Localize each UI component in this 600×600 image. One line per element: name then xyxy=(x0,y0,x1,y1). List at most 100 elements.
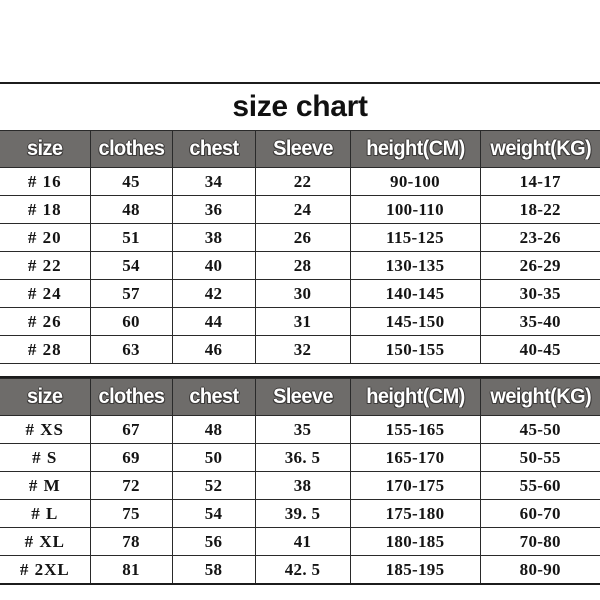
cell-size: # M xyxy=(0,471,91,500)
cell-sleeve-value: 35 xyxy=(293,420,312,439)
cell-height-value: 100-110 xyxy=(386,200,444,219)
cell-weight: 30-35 xyxy=(480,279,600,308)
column-header-height-label: height(CM) xyxy=(365,385,465,408)
cell-height: 185-195 xyxy=(350,555,481,585)
cell-sleeve-value: 30 xyxy=(293,284,312,303)
cell-sleeve-value: 26 xyxy=(293,228,312,247)
column-header-sleeve-label: Sleeve xyxy=(272,137,333,160)
cell-weight-value: 14-17 xyxy=(519,172,561,191)
cell-chest-value: 36 xyxy=(204,200,223,219)
cell-sleeve-value: 41 xyxy=(293,532,312,551)
cell-size-value: # XS xyxy=(25,420,64,439)
cell-size: # 22 xyxy=(0,251,91,280)
cell-chest-value: 48 xyxy=(204,420,223,439)
cell-weight: 50-55 xyxy=(480,443,600,472)
cell-chest: 40 xyxy=(172,251,256,280)
cell-chest-value: 42 xyxy=(204,284,223,303)
column-header-clothes: clothes xyxy=(90,378,173,416)
cell-sleeve: 36. 5 xyxy=(255,443,351,472)
table-row: # 16 45 34 22 90-100 14-17 xyxy=(0,167,600,196)
cell-clothes-value: 67 xyxy=(122,420,140,439)
cell-clothes-value: 48 xyxy=(122,200,140,219)
cell-clothes-value: 69 xyxy=(122,448,140,467)
cell-height-value: 115-125 xyxy=(386,228,444,247)
cell-weight: 18-22 xyxy=(480,195,600,224)
cell-clothes: 67 xyxy=(90,415,173,444)
column-header-sleeve-label: Sleeve xyxy=(272,385,333,408)
cell-weight-value: 35-40 xyxy=(519,312,561,331)
cell-clothes-value: 45 xyxy=(122,172,140,191)
cell-weight: 35-40 xyxy=(480,307,600,336)
cell-sleeve: 22 xyxy=(255,167,351,196)
column-header-sleeve: Sleeve xyxy=(255,130,351,168)
cell-height-value: 155-165 xyxy=(385,420,445,439)
table-row: # 28 63 46 32 150-155 40-45 xyxy=(0,335,600,364)
column-header-clothes-label: clothes xyxy=(98,137,164,160)
cell-clothes: 72 xyxy=(90,471,173,500)
cell-size: # XL xyxy=(0,527,91,556)
cell-chest-value: 46 xyxy=(204,340,223,359)
cell-clothes-value: 78 xyxy=(122,532,140,551)
cell-weight-value: 40-45 xyxy=(519,340,561,359)
cell-chest-value: 34 xyxy=(204,172,223,191)
cell-height: 100-110 xyxy=(350,195,481,224)
cell-clothes: 45 xyxy=(90,167,173,196)
column-header-clothes: clothes xyxy=(90,130,173,168)
cell-chest: 56 xyxy=(172,527,256,556)
cell-size-value: # M xyxy=(28,476,61,495)
column-header-chest: chest xyxy=(172,130,256,168)
cell-weight: 80-90 xyxy=(480,555,600,585)
cell-height-value: 150-155 xyxy=(385,340,445,359)
column-header-size-label: size xyxy=(27,137,63,160)
cell-sleeve: 39. 5 xyxy=(255,499,351,528)
cell-weight-value: 45-50 xyxy=(519,420,561,439)
cell-height: 165-170 xyxy=(350,443,481,472)
cell-chest-value: 56 xyxy=(204,532,223,551)
cell-weight-value: 55-60 xyxy=(519,476,561,495)
column-header-chest-label: chest xyxy=(188,137,239,160)
cell-chest: 42 xyxy=(172,279,256,308)
cell-height-value: 175-180 xyxy=(385,504,445,523)
cell-clothes-value: 72 xyxy=(122,476,140,495)
cell-height-value: 170-175 xyxy=(385,476,445,495)
cell-clothes-value: 60 xyxy=(122,312,140,331)
column-header-clothes-label: clothes xyxy=(98,385,164,408)
column-header-chest: chest xyxy=(172,378,256,416)
cell-weight: 23-26 xyxy=(480,223,600,252)
cell-chest-value: 58 xyxy=(204,560,223,579)
table-row: # 20 51 38 26 115-125 23-26 xyxy=(0,223,600,252)
cell-chest: 48 xyxy=(172,415,256,444)
cell-weight-value: 23-26 xyxy=(519,228,561,247)
cell-weight: 60-70 xyxy=(480,499,600,528)
cell-chest: 44 xyxy=(172,307,256,336)
cell-sleeve-value: 38 xyxy=(293,476,312,495)
table-separator-cell xyxy=(0,363,600,378)
chart-title-row: size chart xyxy=(0,82,600,131)
cell-size-value: # S xyxy=(32,448,58,467)
cell-chest: 46 xyxy=(172,335,256,364)
cell-height: 90-100 xyxy=(350,167,481,196)
cell-chest-value: 44 xyxy=(204,312,223,331)
page-title: size chart xyxy=(232,90,368,123)
size-table-kids: size chart size clothes chest Sleeve hei… xyxy=(0,82,600,378)
cell-sleeve-value: 28 xyxy=(293,256,312,275)
cell-size-value: # L xyxy=(31,504,59,523)
cell-size-value: # 24 xyxy=(27,284,62,303)
cell-weight: 14-17 xyxy=(480,167,600,196)
cell-sleeve-value: 42. 5 xyxy=(284,560,321,579)
cell-size-value: # 28 xyxy=(27,340,62,359)
column-header-size: size xyxy=(0,130,91,168)
cell-sleeve-value: 36. 5 xyxy=(284,448,321,467)
cell-sleeve: 28 xyxy=(255,251,351,280)
cell-height: 150-155 xyxy=(350,335,481,364)
cell-sleeve: 32 xyxy=(255,335,351,364)
cell-height: 155-165 xyxy=(350,415,481,444)
cell-sleeve-value: 32 xyxy=(293,340,312,359)
cell-size-value: # 18 xyxy=(27,200,62,219)
cell-weight-value: 70-80 xyxy=(519,532,561,551)
column-header-weight-label: weight(KG) xyxy=(489,385,591,408)
cell-sleeve: 31 xyxy=(255,307,351,336)
cell-size-value: # 22 xyxy=(27,256,62,275)
table-row: # XL 78 56 41 180-185 70-80 xyxy=(0,527,600,556)
cell-height-value: 165-170 xyxy=(385,448,445,467)
